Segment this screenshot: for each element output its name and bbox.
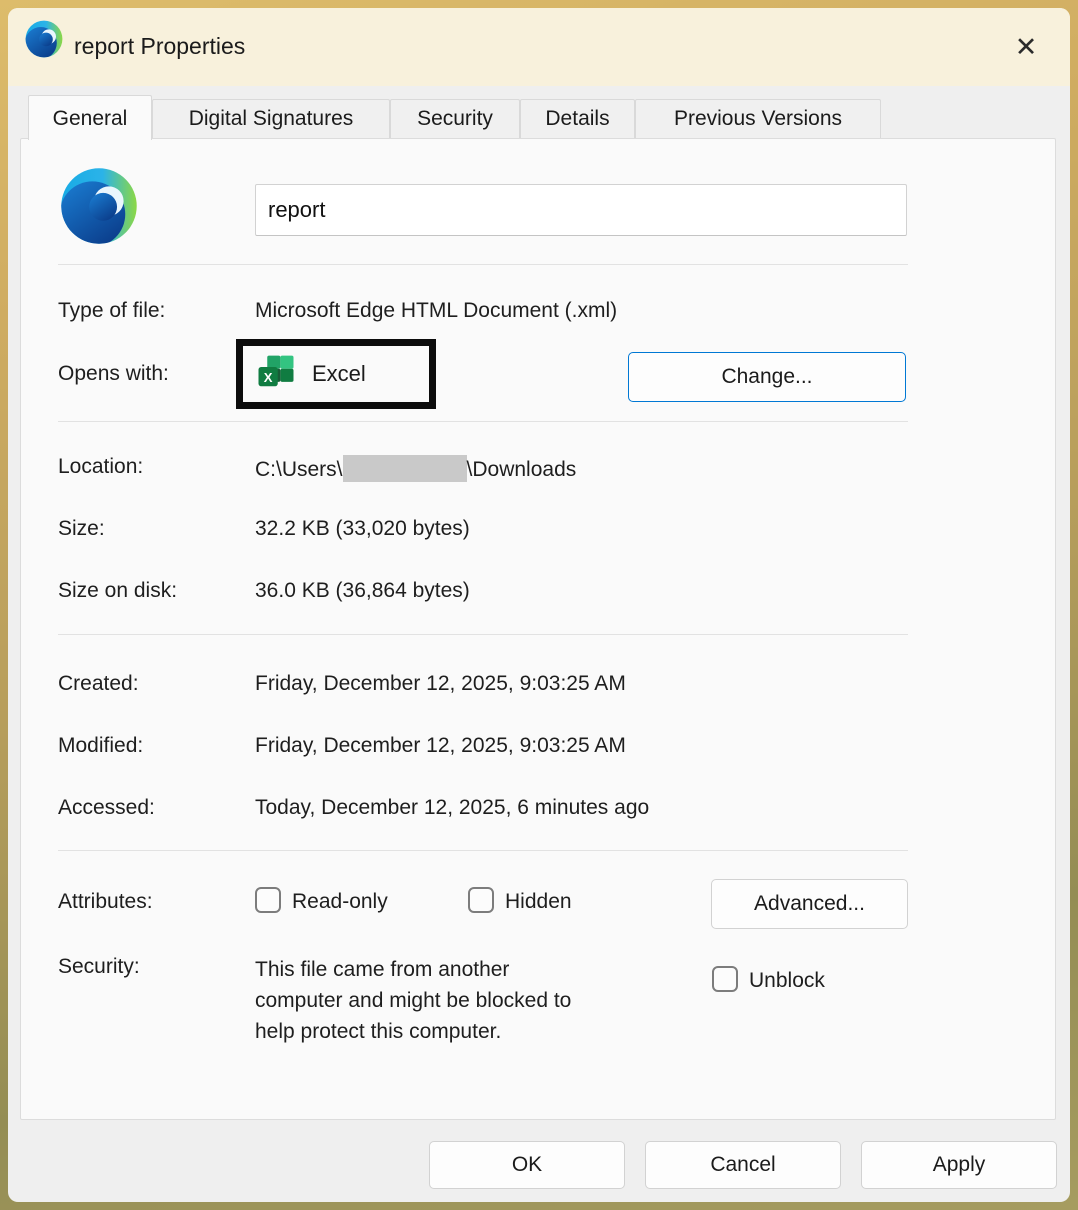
tab-security[interactable]: Security (390, 99, 520, 139)
tab-general[interactable]: General (28, 95, 152, 140)
titlebar[interactable]: report Properties ✕ (8, 8, 1070, 86)
location-path-suffix: \Downloads (467, 458, 577, 481)
opens-with-label: Opens with: (58, 362, 169, 386)
modified-value: Friday, December 12, 2025, 9:03:25 AM (255, 734, 626, 758)
created-value: Friday, December 12, 2025, 9:03:25 AM (255, 672, 626, 696)
location-path-prefix: C:\Users\ (255, 458, 343, 481)
created-label: Created: (58, 672, 139, 696)
tab-previous-versions[interactable]: Previous Versions (635, 99, 881, 139)
svg-text:X: X (264, 370, 273, 385)
attributes-label: Attributes: (58, 890, 153, 914)
readonly-checkbox[interactable] (255, 887, 281, 913)
hidden-checkbox[interactable] (468, 887, 494, 913)
file-type-edge-icon (58, 165, 140, 247)
separator (58, 850, 908, 851)
modified-label: Modified: (58, 734, 143, 758)
ok-button[interactable]: OK (429, 1141, 625, 1189)
tab-details[interactable]: Details (520, 99, 635, 139)
accessed-label: Accessed: (58, 796, 155, 820)
tab-digital-signatures[interactable]: Digital Signatures (152, 99, 390, 139)
username-redaction-box (343, 455, 467, 482)
opens-with-highlight-box: X Excel (236, 339, 436, 409)
size-on-disk-label: Size on disk: (58, 579, 177, 603)
desktop-wallpaper: report Properties ✕ General Digital Sign… (0, 0, 1078, 1210)
location-value: C:\Users\ \Downloads (255, 455, 576, 482)
apply-button[interactable]: Apply (861, 1141, 1057, 1189)
opens-with-app-name: Excel (312, 361, 366, 387)
location-label: Location: (58, 455, 143, 479)
general-tab-panel: Type of file: Microsoft Edge HTML Docume… (20, 138, 1056, 1120)
size-on-disk-value: 36.0 KB (36,864 bytes) (255, 579, 470, 603)
separator (58, 421, 908, 422)
window-title: report Properties (74, 8, 245, 86)
hidden-checkbox-label: Hidden (505, 890, 572, 914)
security-warning-text: This file came from another computer and… (255, 954, 695, 1047)
security-label: Security: (58, 955, 140, 979)
cancel-button[interactable]: Cancel (645, 1141, 841, 1189)
unblock-checkbox[interactable] (712, 966, 738, 992)
size-value: 32.2 KB (33,020 bytes) (255, 517, 470, 541)
readonly-checkbox-label: Read-only (292, 890, 388, 914)
size-label: Size: (58, 517, 105, 541)
properties-dialog: report Properties ✕ General Digital Sign… (8, 8, 1070, 1202)
edge-logo-icon (24, 19, 64, 59)
filename-input[interactable] (255, 184, 907, 236)
type-of-file-value: Microsoft Edge HTML Document (.xml) (255, 299, 617, 323)
separator (58, 634, 908, 635)
unblock-checkbox-label: Unblock (749, 969, 825, 993)
change-button[interactable]: Change... (628, 352, 906, 402)
excel-icon: X (255, 353, 297, 395)
accessed-value: Today, December 12, 2025, 6 minutes ago (255, 796, 649, 820)
separator (58, 264, 908, 265)
close-icon[interactable]: ✕ (1004, 26, 1048, 68)
advanced-button[interactable]: Advanced... (711, 879, 908, 929)
type-of-file-label: Type of file: (58, 299, 165, 323)
